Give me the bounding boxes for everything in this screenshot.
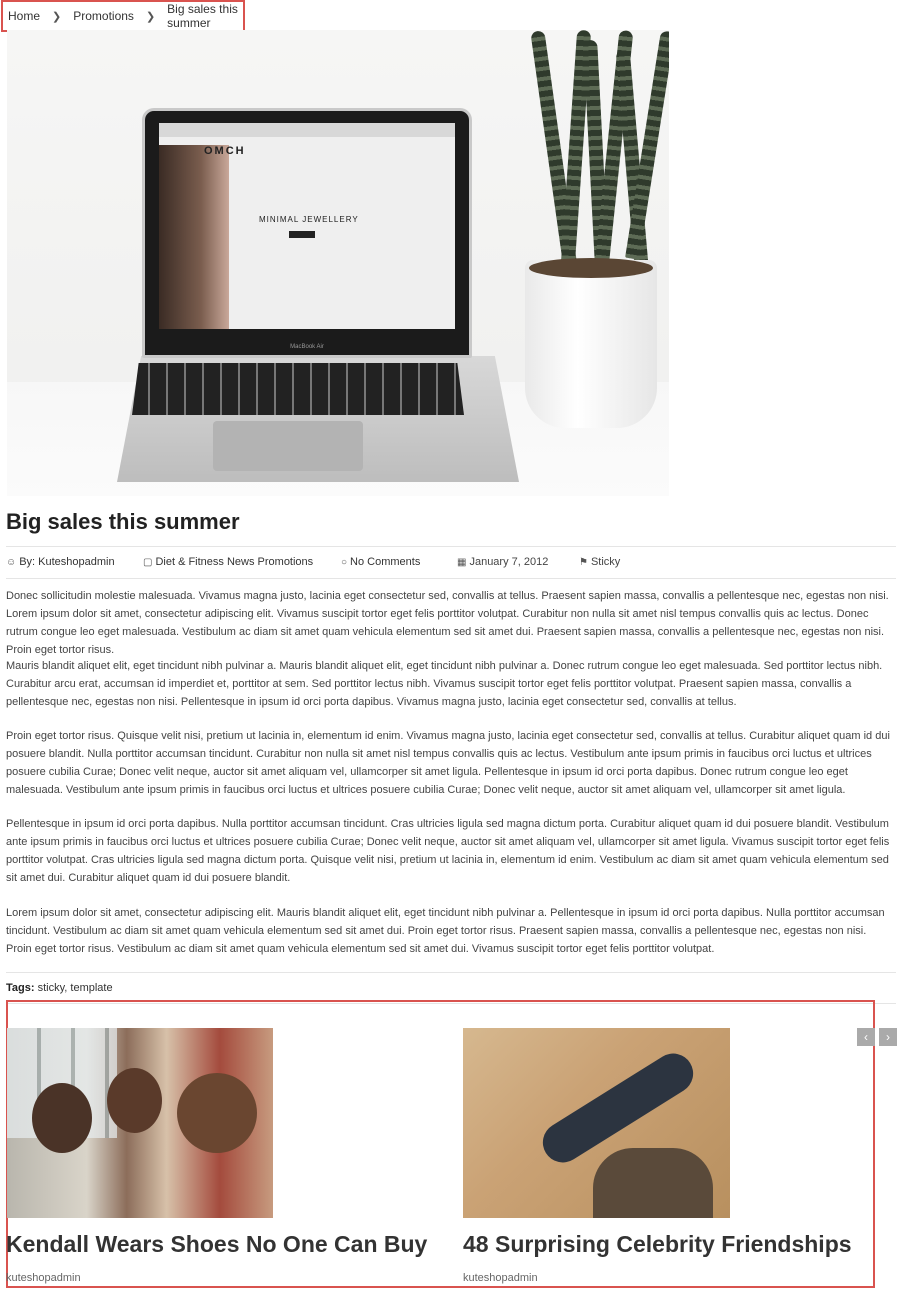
post-paragraph: Proin eget tortor risus. Quisque velit n…	[6, 730, 890, 796]
related-post-image[interactable]	[463, 1028, 730, 1218]
post-featured-image: OMCH MINIMAL JEWELLERY MacBook Air	[7, 30, 669, 496]
post-comments: ○ No Comments	[341, 556, 420, 568]
user-icon: ☺	[6, 557, 17, 568]
post-date: ▦ January 7, 2012	[457, 556, 548, 568]
post-paragraph: Pellentesque in ipsum id orci porta dapi…	[6, 818, 890, 884]
plant-pot	[525, 260, 657, 428]
carousel-prev-button[interactable]: ‹	[857, 1028, 875, 1046]
divider	[6, 972, 896, 973]
breadcrumb: Home ❯ Promotions ❯ Big sales this summe…	[1, 0, 245, 32]
laptop-keyboard	[132, 363, 464, 415]
comment-icon: ○	[341, 557, 348, 568]
laptop-screen: OMCH MINIMAL JEWELLERY	[159, 123, 455, 329]
breadcrumb-home-link[interactable]: Home	[8, 9, 40, 23]
folder-icon: ▢	[143, 557, 153, 568]
divider	[6, 546, 896, 547]
tag-link-template[interactable]: template	[70, 982, 112, 994]
calendar-icon: ▦	[457, 557, 467, 568]
related-post-title[interactable]: 48 Surprising Celebrity Friendships	[463, 1231, 852, 1258]
post-title: Big sales this summer	[6, 509, 240, 534]
chevron-right-icon: ❯	[52, 10, 62, 23]
tags-label: Tags:	[6, 982, 35, 994]
breadcrumb-promotions-link[interactable]: Promotions	[73, 9, 134, 23]
laptop-trackpad	[213, 421, 363, 471]
tag-link-sticky[interactable]: sticky	[38, 982, 65, 994]
laptop-lid: OMCH MINIMAL JEWELLERY MacBook Air	[142, 108, 472, 358]
related-post-author[interactable]: kuteshopadmin	[463, 1272, 538, 1284]
related-post-image[interactable]	[7, 1028, 273, 1218]
related-post-title-link[interactable]: Kendall Wears Shoes No One Can Buy	[6, 1231, 427, 1257]
divider	[6, 578, 896, 579]
related-post-author[interactable]: kuteshopadmin	[6, 1272, 81, 1284]
post-sticky: ⚑ Sticky	[579, 556, 620, 568]
sticky-text: Sticky	[590, 556, 621, 568]
flag-icon: ⚑	[579, 557, 588, 568]
related-post-title[interactable]: Kendall Wears Shoes No One Can Buy	[6, 1231, 427, 1258]
carousel-next-button[interactable]: ›	[879, 1028, 897, 1046]
breadcrumb-current: Big sales this summer	[167, 2, 238, 30]
categories-link[interactable]: Diet & Fitness News Promotions	[155, 556, 313, 568]
chevron-right-icon: ❯	[145, 10, 156, 23]
comments-link[interactable]: No Comments	[350, 556, 420, 568]
date-text: January 7, 2012	[469, 556, 549, 568]
post-paragraph: Lorem ipsum dolor sit amet, consectetur …	[6, 907, 885, 955]
related-post-title-link[interactable]: 48 Surprising Celebrity Friendships	[463, 1231, 852, 1257]
post-paragraph: Mauris blandit aliquet elit, eget tincid…	[6, 660, 883, 708]
post-author: ☺ By: Kuteshopadmin	[6, 556, 115, 568]
post-categories: ▢ Diet & Fitness News Promotions	[143, 556, 313, 568]
screen-headline: MINIMAL JEWELLERY	[259, 215, 359, 224]
tag-separator: ,	[64, 982, 68, 994]
post-paragraph: Donec sollicitudin molestie malesuada. V…	[6, 590, 889, 656]
author-link[interactable]: By: Kuteshopadmin	[19, 556, 114, 568]
screen-logo: OMCH	[204, 145, 246, 157]
post-tags: Tags: sticky, template	[6, 982, 113, 994]
laptop-label: MacBook Air	[290, 344, 324, 350]
